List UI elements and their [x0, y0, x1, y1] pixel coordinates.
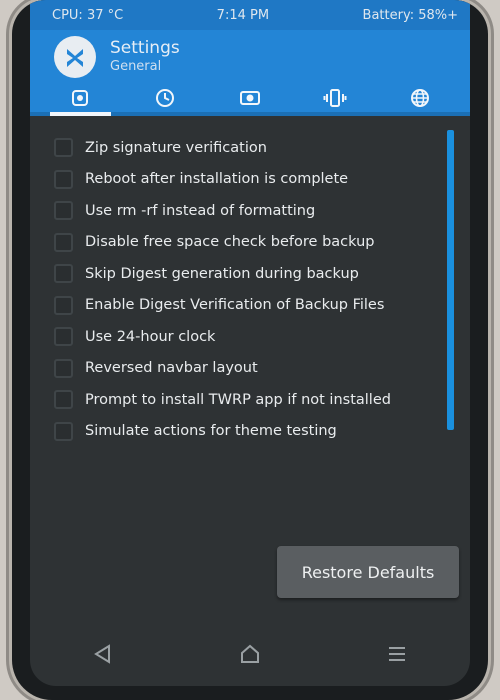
checkbox[interactable]: [54, 201, 73, 221]
screen: CPU: 37 °C 7:14 PM Battery: 58%+ Setting…: [30, 0, 470, 686]
back-button[interactable]: [83, 634, 123, 674]
checkbox[interactable]: [54, 358, 73, 378]
tab-vibration[interactable]: [292, 84, 377, 112]
checkbox[interactable]: [54, 264, 73, 284]
checkbox[interactable]: [54, 421, 73, 441]
phone-frame: CPU: 37 °C 7:14 PM Battery: 58%+ Setting…: [12, 0, 488, 700]
checkbox[interactable]: [54, 138, 73, 158]
checkbox[interactable]: [54, 295, 73, 315]
option-label: Use 24-hour clock: [85, 328, 216, 345]
option-digest-verification[interactable]: Enable Digest Verification of Backup Fil…: [54, 290, 434, 322]
option-zip-signature[interactable]: Zip signature verification: [54, 132, 434, 164]
scrollbar[interactable]: [447, 130, 454, 430]
globe-icon: [410, 89, 429, 107]
tab-time[interactable]: [123, 84, 208, 112]
option-label: Reboot after installation is complete: [85, 171, 349, 188]
option-skip-digest[interactable]: Skip Digest generation during backup: [54, 258, 434, 290]
twrp-logo: [54, 36, 96, 78]
option-24-hour-clock[interactable]: Use 24-hour clock: [54, 321, 434, 353]
checkbox[interactable]: [54, 169, 73, 189]
status-bar: CPU: 37 °C 7:14 PM Battery: 58%+: [30, 0, 470, 30]
option-label: Skip Digest generation during backup: [85, 265, 359, 282]
settings-tabs: [30, 84, 470, 116]
checkbox[interactable]: [54, 327, 73, 347]
page-subtitle: General: [110, 59, 162, 74]
general-options-list: Zip signature verification Reboot after …: [54, 132, 434, 447]
option-label: Simulate actions for theme testing: [85, 423, 337, 440]
option-label: Zip signature verification: [85, 139, 267, 156]
checkbox[interactable]: [54, 232, 73, 252]
option-rm-rf[interactable]: Use rm -rf instead of formatting: [54, 195, 434, 227]
option-label: Enable Digest Verification of Backup Fil…: [85, 297, 385, 314]
restore-defaults-button[interactable]: Restore Defaults: [277, 546, 459, 598]
navigation-bar: [30, 626, 470, 682]
clock-icon: [156, 89, 175, 107]
checkbox[interactable]: [54, 390, 73, 410]
option-reboot-after-install[interactable]: Reboot after installation is complete: [54, 164, 434, 196]
option-disable-free-space-check[interactable]: Disable free space check before backup: [54, 227, 434, 259]
option-reversed-navbar[interactable]: Reversed navbar layout: [54, 353, 434, 385]
vibrate-icon: [323, 89, 347, 107]
option-label: Disable free space check before backup: [85, 234, 375, 251]
back-triangle-icon: [94, 644, 111, 664]
tab-general[interactable]: [38, 84, 123, 116]
menu-button[interactable]: [377, 634, 417, 674]
tab-language[interactable]: [377, 84, 462, 112]
menu-icon: [388, 647, 405, 661]
clock: 7:14 PM: [216, 7, 270, 23]
brightness-icon: [239, 91, 260, 105]
page-title: Settings: [110, 38, 180, 58]
option-prompt-twrp-app[interactable]: Prompt to install TWRP app if not instal…: [54, 384, 434, 416]
home-icon: [240, 644, 259, 663]
option-label: Use rm -rf instead of formatting: [85, 202, 316, 219]
app-header: Settings General: [30, 30, 470, 84]
battery-status: Battery: 58%+: [362, 7, 458, 23]
option-simulate-actions[interactable]: Simulate actions for theme testing: [54, 416, 434, 448]
tab-screen[interactable]: [208, 84, 293, 112]
option-label: Prompt to install TWRP app if not instal…: [85, 391, 391, 408]
gear-icon: [72, 90, 89, 106]
option-label: Reversed navbar layout: [85, 360, 258, 377]
home-button[interactable]: [230, 634, 270, 674]
cpu-temperature: CPU: 37 °C: [52, 7, 124, 23]
